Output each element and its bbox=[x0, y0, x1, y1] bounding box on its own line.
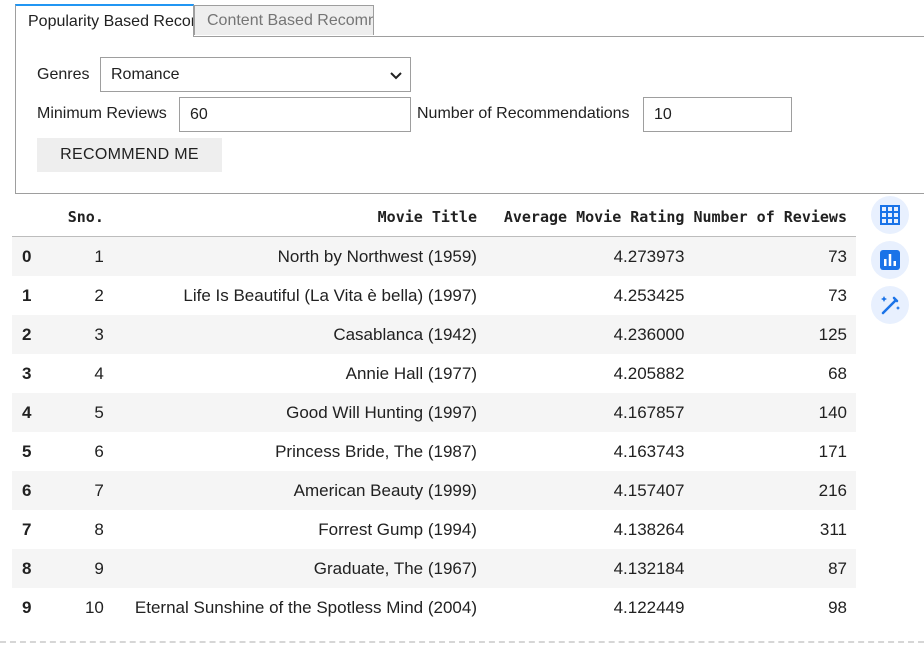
cell-rating: 4.253425 bbox=[613, 285, 685, 305]
cell-title: North by Northwest (1959) bbox=[112, 236, 486, 276]
cell-sno: 6 bbox=[94, 441, 104, 461]
table-row: 7 8 Forrest Gump (1994) 4.138264 311 bbox=[12, 510, 856, 549]
cell-reviews: 311 bbox=[819, 519, 847, 539]
table-row: 5 6 Princess Bride, The (1987) 4.163743 171 bbox=[12, 432, 856, 471]
genres-select-value: Romance bbox=[111, 66, 180, 83]
tab-bar: Popularity Based Recommendation Content … bbox=[15, 4, 924, 37]
column-header-reviews: Number of Reviews bbox=[693, 197, 856, 237]
cell-title: American Beauty (1999) bbox=[112, 471, 486, 510]
magic-wand-icon bbox=[881, 296, 900, 315]
cell-rating: 4.273973 bbox=[485, 236, 694, 276]
row-index: 4 bbox=[12, 393, 51, 432]
table-row: 4 5 Good Will Hunting (1997) 4.167857 140 bbox=[12, 393, 856, 432]
row-index: 8 bbox=[12, 549, 51, 588]
num-recommendations-label: Number of Recommendations bbox=[417, 105, 630, 122]
cell-sno: 10 bbox=[84, 597, 104, 617]
cell-reviews: 87 bbox=[693, 549, 856, 588]
cell-reviews: 73 bbox=[693, 236, 856, 276]
cell-rating: 4.138264 bbox=[613, 519, 685, 539]
cell-sno: 9 bbox=[50, 549, 113, 588]
cell-title: Princess Bride, The (1987) bbox=[275, 441, 477, 461]
cell-title: Life Is Beautiful (La Vita è bella) (199… bbox=[183, 285, 477, 305]
table-row: 1 2 Life Is Beautiful (La Vita è bella) (1… bbox=[12, 276, 856, 315]
cell-reviews: 140 bbox=[693, 393, 856, 432]
genres-label: Genres bbox=[37, 66, 90, 83]
row-index: 5 bbox=[22, 441, 32, 461]
index-header bbox=[12, 197, 51, 237]
row-index: 0 bbox=[12, 236, 51, 276]
cell-rating: 4.167857 bbox=[485, 393, 694, 432]
tab-popularity[interactable]: Popularity Based Recommendation bbox=[15, 4, 194, 37]
table-row: 8 9 Graduate, The (1967) 4.132184 87 bbox=[12, 549, 856, 588]
table-row: 2 3 Casablanca (1942) 4.236000 125 bbox=[12, 315, 856, 354]
cell-title: Good Will Hunting (1997) bbox=[112, 393, 486, 432]
cell-sno: 5 bbox=[50, 393, 113, 432]
cell-sno: 1 bbox=[50, 236, 113, 276]
cell-rating: 4.205882 bbox=[613, 363, 685, 383]
table-row: 3 4 Annie Hall (1977) 4.205882 68 bbox=[12, 354, 856, 393]
recommendations-table: Sno. Movie Title Average Movie Rating Nu… bbox=[12, 197, 856, 627]
cell-rating: 4.163743 bbox=[613, 441, 685, 461]
cell-sno: 8 bbox=[94, 519, 104, 539]
row-index: 7 bbox=[22, 519, 32, 539]
cell-sno: 7 bbox=[50, 471, 113, 510]
min-reviews-label: Minimum Reviews bbox=[37, 105, 167, 122]
row-index: 1 bbox=[22, 285, 32, 305]
genres-select[interactable]: Romance bbox=[100, 57, 411, 92]
bar-chart-icon bbox=[880, 250, 900, 270]
cell-title: Graduate, The (1967) bbox=[112, 549, 486, 588]
cell-title: Casablanca (1942) bbox=[112, 315, 486, 354]
cell-sno: 4 bbox=[94, 363, 104, 383]
column-header-rating: Average Movie Rating bbox=[485, 197, 694, 237]
generate-code-button[interactable] bbox=[871, 286, 909, 324]
cell-divider bbox=[0, 641, 924, 643]
chart-view-button[interactable] bbox=[871, 241, 909, 279]
table-view-button[interactable] bbox=[871, 196, 909, 234]
table-row: 9 10 Eternal Sunshine of the Spotless Mind… bbox=[12, 588, 856, 627]
cell-reviews: 68 bbox=[828, 363, 847, 383]
num-recommendations-input[interactable]: 10 bbox=[643, 97, 792, 132]
cell-title: Annie Hall (1977) bbox=[345, 363, 477, 383]
column-header-sno: Sno. bbox=[50, 197, 113, 237]
cell-reviews: 98 bbox=[828, 597, 847, 617]
row-index: 9 bbox=[22, 597, 32, 617]
cell-rating: 4.132184 bbox=[485, 549, 694, 588]
cell-reviews: 73 bbox=[828, 285, 847, 305]
column-header-title: Movie Title bbox=[112, 197, 486, 237]
table-header-row: Sno. Movie Title Average Movie Rating Nu… bbox=[12, 197, 856, 237]
cell-reviews: 216 bbox=[693, 471, 856, 510]
cell-title: Forrest Gump (1994) bbox=[318, 519, 477, 539]
recommend-button[interactable]: RECOMMEND ME bbox=[37, 138, 222, 172]
cell-title: Eternal Sunshine of the Spotless Mind (2… bbox=[134, 597, 477, 617]
cell-rating: 4.157407 bbox=[485, 471, 694, 510]
cell-sno: 2 bbox=[94, 285, 104, 305]
table-row: 0 1 North by Northwest (1959) 4.273973 73 bbox=[12, 236, 856, 276]
row-index: 3 bbox=[22, 363, 32, 383]
cell-sno: 3 bbox=[50, 315, 113, 354]
table-row: 6 7 American Beauty (1999) 4.157407 216 bbox=[12, 471, 856, 510]
min-reviews-input[interactable]: 60 bbox=[179, 97, 411, 132]
chevron-down-icon bbox=[390, 72, 402, 80]
cell-rating: 4.122449 bbox=[613, 597, 685, 617]
cell-reviews: 125 bbox=[693, 315, 856, 354]
tab-content-based[interactable]: Content Based Recommendation bbox=[194, 5, 374, 35]
cell-rating: 4.236000 bbox=[485, 315, 694, 354]
table-icon bbox=[880, 205, 900, 225]
row-index: 6 bbox=[12, 471, 51, 510]
row-index: 2 bbox=[12, 315, 51, 354]
cell-reviews: 171 bbox=[818, 441, 847, 461]
